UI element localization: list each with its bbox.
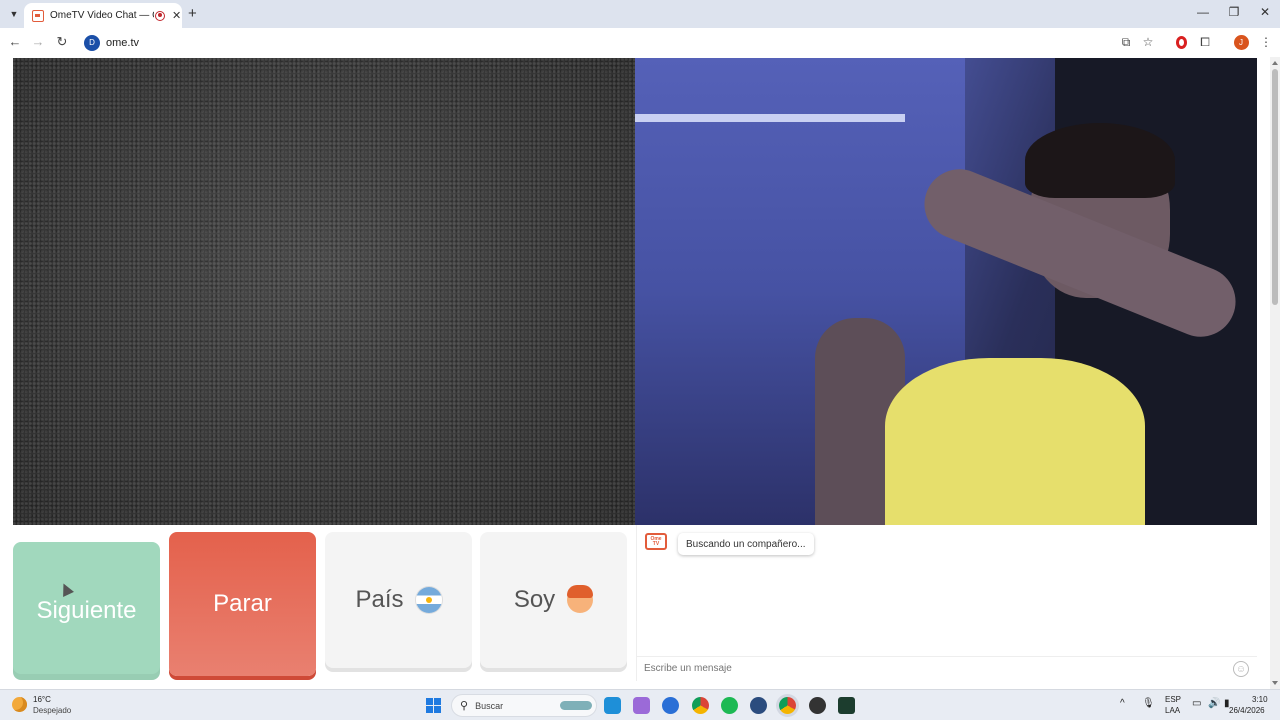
language-indicator[interactable]: ESP — [1165, 695, 1181, 704]
app-black-icon[interactable] — [809, 697, 826, 714]
opera-extension-icon[interactable] — [1172, 33, 1190, 51]
cast-icon[interactable]: ⧉ — [1117, 33, 1135, 51]
country-button[interactable]: País — [325, 532, 472, 668]
app-dark-blue-icon[interactable] — [750, 697, 767, 714]
site-info-icon[interactable]: D — [84, 34, 100, 51]
recording-indicator-icon — [155, 10, 165, 21]
scroll-thumb[interactable] — [1272, 69, 1278, 305]
browser-toolbar: ← → ↻ D ome.tv ⧉ ☆ ⧠ J ⋮ — [0, 28, 1280, 57]
tab-close-icon[interactable]: ✕ — [172, 9, 181, 22]
gender-button-label: Soy — [513, 586, 556, 613]
browser-tab-bar: ▼ OmeTV Video Chat — Ome ✕ + — ❐ ✕ — [0, 0, 1280, 28]
tab-search-chevron-icon[interactable]: ▼ — [5, 6, 23, 22]
page-content: Siguiente Parar País Soy Ome TV Buscando… — [0, 57, 1270, 689]
chat-input-bar: ☺ — [637, 656, 1257, 680]
reload-icon[interactable]: ↻ — [53, 34, 71, 50]
app-blue-icon[interactable] — [662, 697, 679, 714]
app-green-icon[interactable] — [838, 697, 855, 714]
search-highlight-icon — [560, 701, 592, 710]
clock-date[interactable]: 26/4/2026 — [1229, 706, 1265, 715]
message-input[interactable] — [644, 663, 1204, 674]
menu-kebab-icon[interactable]: ⋮ — [1257, 33, 1275, 51]
remote-video-static — [13, 58, 635, 525]
gender-button[interactable]: Soy — [480, 532, 627, 668]
scroll-up-arrow-icon[interactable] — [1272, 61, 1278, 65]
country-button-label: País — [355, 586, 404, 613]
search-icon: ⚲ — [460, 700, 469, 712]
edge-icon[interactable] — [604, 697, 621, 714]
scroll-down-arrow-icon[interactable] — [1272, 681, 1278, 685]
extensions-puzzle-icon[interactable]: ⧠ — [1196, 33, 1214, 51]
restore-icon[interactable]: ❐ — [1224, 5, 1244, 19]
page-scrollbar[interactable] — [1270, 57, 1280, 689]
local-video-feed — [635, 58, 1257, 525]
forward-icon[interactable]: → — [29, 34, 47, 49]
weather-temperature[interactable]: 16°C — [33, 695, 51, 704]
minimize-icon[interactable]: — — [1193, 5, 1213, 19]
next-button-label: Siguiente — [36, 597, 137, 624]
copilot-icon[interactable] — [633, 697, 650, 714]
microphone-icon[interactable]: 🎙 — [1142, 698, 1155, 709]
keyboard-layout[interactable]: LAA — [1165, 706, 1180, 715]
new-tab-button[interactable]: + — [188, 5, 197, 22]
clock-time[interactable]: 3:10 — [1252, 695, 1268, 704]
video-shirt — [885, 358, 1145, 525]
spotify-icon[interactable] — [721, 697, 738, 714]
profile-avatar[interactable]: J — [1232, 33, 1250, 51]
chrome-icon[interactable] — [692, 697, 709, 714]
tab-title: OmeTV Video Chat — Ome — [50, 10, 154, 21]
browser-tab[interactable]: OmeTV Video Chat — Ome ✕ — [24, 3, 182, 28]
windows-taskbar: 16°C Despejado ⚲ Buscar ^ 🎙 ESP LAA ▭ 🔊 … — [0, 689, 1280, 720]
ometv-logo-icon: Ome TV — [645, 533, 667, 550]
boy-emoji-icon — [567, 585, 594, 613]
close-window-icon[interactable]: ✕ — [1255, 5, 1275, 19]
chat-status-message: Buscando un compañero... — [678, 533, 814, 555]
windows-start-icon[interactable] — [426, 698, 441, 713]
ometv-favicon-icon — [32, 9, 44, 22]
tray-chevron-icon[interactable]: ^ — [1120, 698, 1125, 709]
video-shelf — [635, 114, 905, 122]
weather-description[interactable]: Despejado — [33, 706, 71, 715]
stop-button[interactable]: Parar — [169, 532, 316, 676]
url-text[interactable]: ome.tv — [106, 37, 139, 49]
stop-button-label: Parar — [213, 590, 272, 617]
chrome-active-icon[interactable] — [779, 697, 796, 714]
video-hair — [1025, 123, 1175, 198]
display-icon[interactable]: ▭ — [1192, 698, 1201, 709]
volume-icon[interactable]: 🔊 — [1208, 698, 1220, 709]
bookmark-star-icon[interactable]: ☆ — [1139, 33, 1157, 51]
next-button[interactable]: Siguiente — [13, 542, 160, 680]
weather-moon-icon[interactable] — [12, 697, 27, 712]
argentina-flag-icon — [415, 587, 442, 613]
back-icon[interactable]: ← — [6, 34, 24, 49]
taskbar-search[interactable]: ⚲ Buscar — [451, 694, 597, 717]
search-label: Buscar — [475, 700, 504, 711]
address-bar[interactable]: D ome.tv — [80, 31, 1170, 54]
chat-panel: Ome TV Buscando un compañero... ☺ — [636, 525, 1257, 681]
emoji-picker-icon[interactable]: ☺ — [1233, 661, 1249, 677]
control-buttons: Siguiente Parar País Soy — [13, 532, 628, 680]
